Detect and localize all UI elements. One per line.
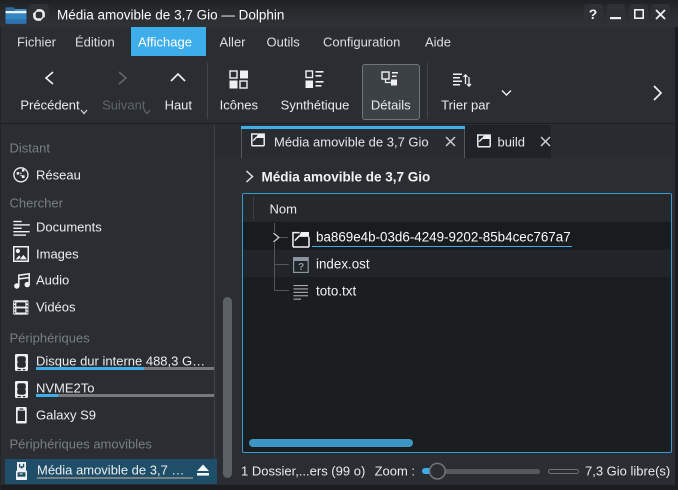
svg-text:?: ? [298,261,304,273]
